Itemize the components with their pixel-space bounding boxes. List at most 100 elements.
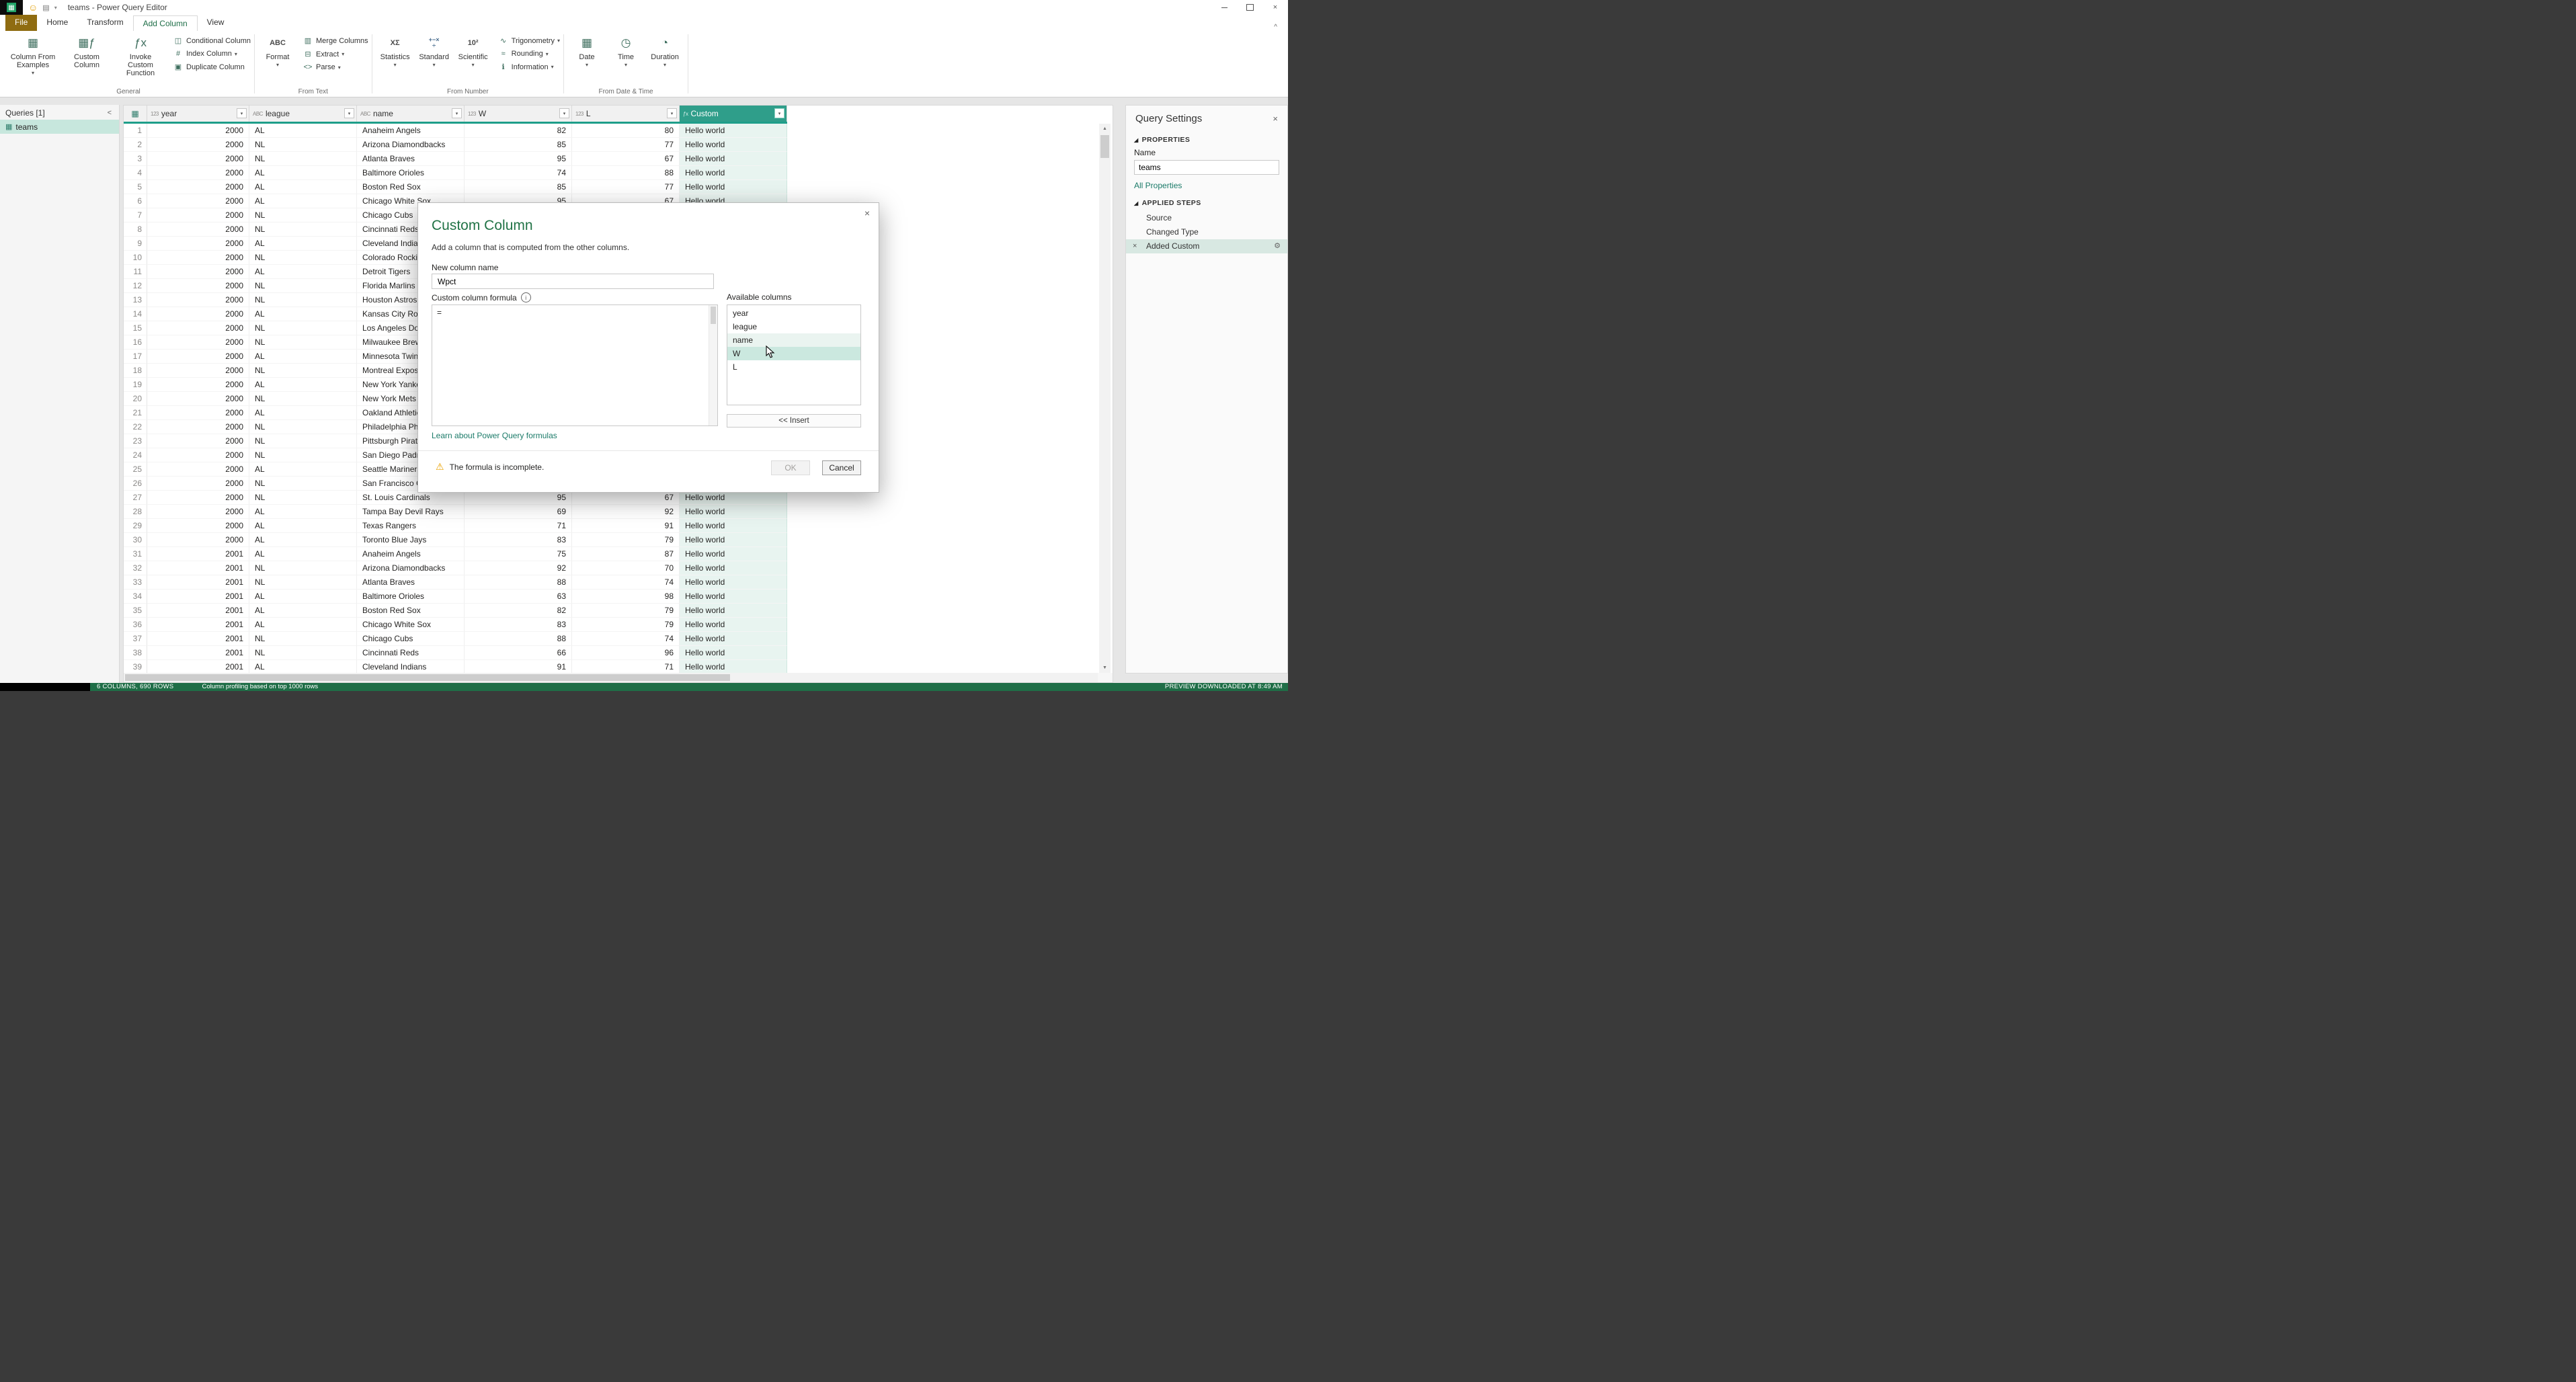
cell[interactable]: Tampa Bay Devil Rays (357, 505, 465, 519)
row-number[interactable]: 31 (124, 547, 147, 561)
cell[interactable]: Hello world (680, 590, 787, 604)
cell[interactable]: Cincinnati Reds (357, 646, 465, 660)
settings-close-icon[interactable]: × (1273, 114, 1278, 124)
cell[interactable]: Hello world (680, 519, 787, 533)
index-column-button[interactable]: #Index Column▾ (173, 50, 251, 58)
insert-button[interactable]: << Insert (727, 414, 861, 428)
available-column-l[interactable]: L (727, 360, 860, 374)
duplicate-column-button[interactable]: ▣Duplicate Column (173, 63, 251, 71)
cell[interactable]: Chicago White Sox (357, 618, 465, 632)
query-name-input[interactable] (1134, 160, 1279, 175)
cell[interactable]: NL (249, 646, 357, 660)
cell[interactable]: 70 (572, 561, 680, 575)
formula-scrollbar-thumb[interactable] (711, 307, 716, 324)
column-header-w[interactable]: 123W▾ (465, 106, 572, 122)
cell[interactable]: 2000 (147, 462, 249, 477)
cell[interactable]: AL (249, 604, 357, 618)
row-number[interactable]: 13 (124, 293, 147, 307)
cell[interactable]: 95 (465, 491, 572, 505)
row-number[interactable]: 21 (124, 406, 147, 420)
cell[interactable]: 2001 (147, 604, 249, 618)
cell[interactable]: 82 (465, 604, 572, 618)
horizontal-scrollbar[interactable] (124, 673, 1099, 682)
applied-step-source[interactable]: Source (1126, 211, 1287, 225)
learn-formulas-link[interactable]: Learn about Power Query formulas (432, 431, 557, 440)
cell[interactable]: 2000 (147, 533, 249, 547)
cell[interactable]: 2000 (147, 321, 249, 335)
info-icon[interactable]: i (521, 292, 531, 302)
cell[interactable]: AL (249, 237, 357, 251)
cell[interactable]: Baltimore Orioles (357, 166, 465, 180)
row-number[interactable]: 5 (124, 180, 147, 194)
cell[interactable]: NL (249, 575, 357, 590)
cell[interactable]: Hello world (680, 152, 787, 166)
tab-transform[interactable]: Transform (77, 15, 132, 31)
cell[interactable]: NL (249, 561, 357, 575)
cell[interactable]: Toronto Blue Jays (357, 533, 465, 547)
cell[interactable]: 2000 (147, 279, 249, 293)
cell[interactable]: 79 (572, 618, 680, 632)
cell[interactable]: Boston Red Sox (357, 604, 465, 618)
cell[interactable]: AL (249, 533, 357, 547)
row-number[interactable]: 24 (124, 448, 147, 462)
collapse-ribbon-icon[interactable]: ^ (1263, 24, 1288, 31)
column-header-year[interactable]: 123year▾ (147, 106, 249, 122)
cell[interactable]: 2000 (147, 406, 249, 420)
cell[interactable]: AL (249, 307, 357, 321)
row-number[interactable]: 18 (124, 364, 147, 378)
cell[interactable]: AL (249, 265, 357, 279)
column-header-name[interactable]: ABCname▾ (357, 106, 465, 122)
cell[interactable]: 2000 (147, 350, 249, 364)
cell[interactable]: 2000 (147, 434, 249, 448)
row-number[interactable]: 9 (124, 237, 147, 251)
cell[interactable]: AL (249, 462, 357, 477)
cell[interactable]: 2000 (147, 293, 249, 307)
available-column-year[interactable]: year (727, 307, 860, 320)
cancel-button[interactable]: Cancel (822, 460, 861, 475)
applied-steps-section-header[interactable]: ◢ APPLIED STEPS (1126, 193, 1287, 209)
cell[interactable]: 71 (572, 660, 680, 673)
cell[interactable]: 2000 (147, 180, 249, 194)
available-column-name[interactable]: name (727, 333, 860, 347)
cell[interactable]: NL (249, 251, 357, 265)
cell[interactable]: 2001 (147, 618, 249, 632)
cell[interactable]: 2000 (147, 194, 249, 208)
row-number[interactable]: 38 (124, 646, 147, 660)
row-number[interactable]: 39 (124, 660, 147, 673)
duration-button[interactable]: ◔Duration▾ (645, 32, 684, 68)
cell[interactable]: 80 (572, 124, 680, 138)
cell[interactable]: 88 (465, 575, 572, 590)
cell[interactable]: 2000 (147, 222, 249, 237)
cell[interactable]: 2001 (147, 646, 249, 660)
cell[interactable]: NL (249, 208, 357, 222)
cell[interactable]: 2000 (147, 307, 249, 321)
row-number[interactable]: 27 (124, 491, 147, 505)
cell[interactable]: 74 (572, 575, 680, 590)
cell[interactable]: Atlanta Braves (357, 575, 465, 590)
cell[interactable]: 2000 (147, 166, 249, 180)
row-number[interactable]: 16 (124, 335, 147, 350)
cell[interactable]: 91 (465, 660, 572, 673)
cell[interactable]: 71 (465, 519, 572, 533)
available-column-w[interactable]: W (727, 347, 860, 360)
cell[interactable]: AL (249, 505, 357, 519)
information-button[interactable]: ℹInformation▾ (498, 63, 560, 71)
column-header-custom[interactable]: ƒxCustom▾ (680, 106, 787, 122)
cell[interactable]: 67 (572, 491, 680, 505)
cell[interactable]: NL (249, 477, 357, 491)
cell[interactable]: 88 (465, 632, 572, 646)
row-number[interactable]: 29 (124, 519, 147, 533)
cell[interactable]: Hello world (680, 505, 787, 519)
cell[interactable]: NL (249, 222, 357, 237)
qat-dropdown-icon[interactable]: ▾ (54, 5, 57, 11)
cell[interactable]: 2000 (147, 138, 249, 152)
cell[interactable]: 2000 (147, 420, 249, 434)
row-number[interactable]: 10 (124, 251, 147, 265)
column-header-league[interactable]: ABCleague▾ (249, 106, 357, 122)
cell[interactable]: Hello world (680, 138, 787, 152)
cell[interactable]: 96 (572, 646, 680, 660)
cell[interactable]: 95 (465, 152, 572, 166)
cell[interactable]: 2000 (147, 152, 249, 166)
cell[interactable]: 2000 (147, 251, 249, 265)
cell[interactable]: 2000 (147, 505, 249, 519)
